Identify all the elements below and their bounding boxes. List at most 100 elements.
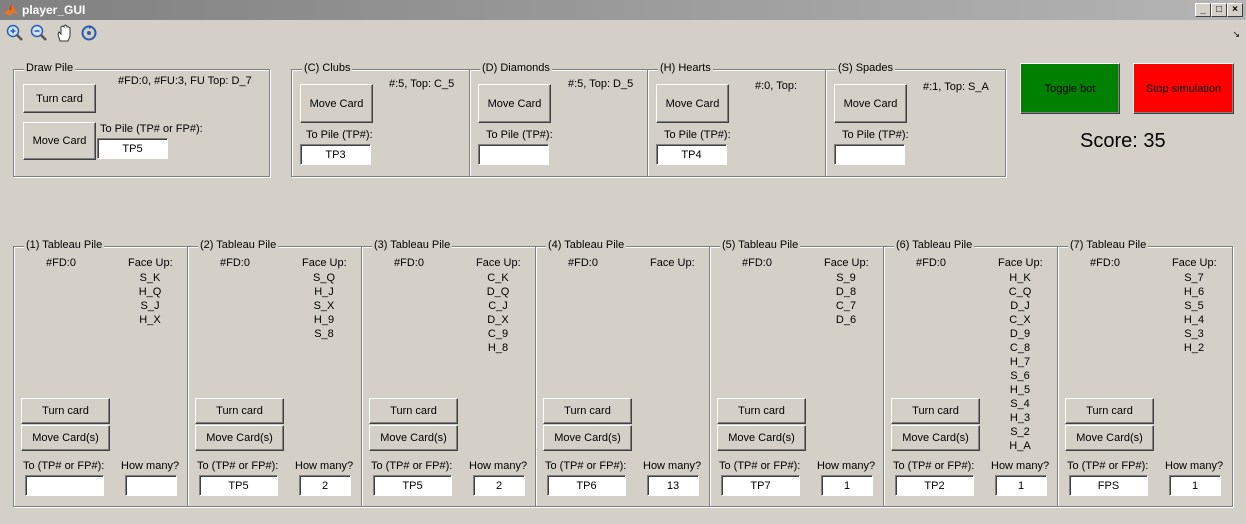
tableau-to-label: To (TP# or FP#):	[371, 460, 453, 472]
foundation-panel-spades: (S) Spades #:1, Top: S_A Move Card To Pi…	[825, 62, 1006, 177]
foundation-to-pile-label: To Pile (TP#):	[306, 129, 373, 141]
close-button[interactable]: ×	[1227, 3, 1243, 17]
foundation-move-card-button[interactable]: Move Card	[300, 84, 373, 123]
faceup-card: S_9	[836, 272, 856, 284]
foundation-to-pile-input[interactable]	[478, 144, 549, 165]
foundation-legend: (C) Clubs	[302, 62, 353, 74]
tableau-howmany-input[interactable]: 13	[647, 475, 699, 496]
faceup-card: C_Q	[1008, 286, 1032, 298]
tableau-move-cards-button[interactable]: Move Card(s)	[891, 425, 980, 451]
tableau-faceup-cards: S_K H_Q S_J H_X	[132, 271, 168, 327]
tableau-facedown-count: #FD:0	[742, 257, 772, 269]
faceup-card: S_8	[314, 328, 334, 340]
zoom-in-icon[interactable]	[5, 23, 25, 43]
faceup-card: S_5	[1184, 300, 1204, 312]
tableau-howmany-input[interactable]: 2	[473, 475, 525, 496]
tableau-to-input[interactable]: FPS	[1069, 475, 1148, 496]
tableau-howmany-input[interactable]	[125, 475, 177, 496]
tableau-faceup-cards: S_9 D_8 C_7 D_6	[828, 271, 864, 327]
tableau-facedown-count: #FD:0	[568, 257, 598, 269]
tableau-to-input[interactable]: TP6	[547, 475, 626, 496]
tableau-move-cards-button[interactable]: Move Card(s)	[543, 425, 632, 451]
foundation-to-pile-label: To Pile (TP#):	[842, 129, 909, 141]
tableau-move-cards-button[interactable]: Move Card(s)	[1065, 425, 1154, 451]
dock-arrow-icon[interactable]: ↘	[1232, 29, 1240, 40]
draw-turn-card-button[interactable]: Turn card	[23, 84, 96, 113]
tableau-faceup-label: Face Up:	[1172, 257, 1217, 269]
faceup-card: C_X	[1009, 314, 1031, 326]
tableau-turn-card-button[interactable]: Turn card	[369, 398, 458, 424]
tableau-turn-card-button[interactable]: Turn card	[891, 398, 980, 424]
score-display: Score: 35	[1080, 130, 1166, 152]
draw-move-card-button[interactable]: Move Card	[23, 122, 96, 160]
toggle-bot-button[interactable]: Toggle bot	[1020, 63, 1120, 114]
tableau-faceup-cards: H_K C_Q D_J C_X D_9 C_8 H_7 S_6 H_5 S_4 H_3 S_2 H_A	[1002, 271, 1038, 453]
tableau-to-label: To (TP# or FP#):	[719, 460, 801, 472]
tableau-howmany-label: How many?	[1165, 460, 1224, 472]
minimize-button[interactable]: _	[1195, 3, 1211, 17]
tableau-faceup-label: Face Up:	[824, 257, 869, 269]
tableau-turn-card-button[interactable]: Turn card	[1065, 398, 1154, 424]
stop-simulation-button[interactable]: Stop simulation	[1133, 63, 1234, 114]
faceup-card: S_7	[1184, 272, 1204, 284]
tableau-to-input[interactable]: TP2	[895, 475, 974, 496]
faceup-card: C_9	[487, 328, 509, 340]
tableau-to-input[interactable]: TP7	[721, 475, 800, 496]
foundation-panel-clubs: (C) Clubs #:5, Top: C_5 Move Card To Pil…	[291, 62, 470, 177]
tableau-howmany-label: How many?	[817, 460, 876, 472]
foundation-move-card-button[interactable]: Move Card	[478, 84, 551, 123]
tableau-pile-6: (6) Tableau Pile #FD:0 Face Up: H_K C_Q D_…	[883, 239, 1058, 507]
foundation-move-card-button[interactable]: Move Card	[656, 84, 729, 123]
faceup-card: D_X	[487, 314, 509, 326]
faceup-card: H_2	[1183, 342, 1205, 354]
zoom-out-icon[interactable]	[29, 23, 49, 43]
tableau-howmany-input[interactable]: 1	[821, 475, 873, 496]
tableau-turn-card-button[interactable]: Turn card	[717, 398, 806, 424]
tableau-to-input[interactable]	[25, 475, 104, 496]
foundation-legend: (H) Hearts	[658, 62, 713, 74]
tableau-legend: (5) Tableau Pile	[720, 239, 801, 251]
foundation-to-pile-input[interactable]: TP4	[656, 144, 727, 165]
faceup-card: H_7	[1009, 356, 1031, 368]
tableau-facedown-count: #FD:0	[220, 257, 250, 269]
faceup-card: S_2	[1010, 426, 1030, 438]
tableau-to-input[interactable]: TP5	[199, 475, 278, 496]
tableau-howmany-input[interactable]: 1	[1169, 475, 1221, 496]
tableau-move-cards-button[interactable]: Move Card(s)	[717, 425, 806, 451]
tableau-pile-3: (3) Tableau Pile #FD:0 Face Up: C_K D_Q C_…	[361, 239, 536, 507]
tableau-howmany-label: How many?	[643, 460, 702, 472]
foundation-move-card-button[interactable]: Move Card	[834, 84, 907, 123]
rotate-icon[interactable]	[79, 23, 99, 43]
tableau-howmany-label: How many?	[469, 460, 528, 472]
tableau-facedown-count: #FD:0	[916, 257, 946, 269]
foundation-status: #:0, Top:	[755, 80, 797, 92]
tableau-turn-card-button[interactable]: Turn card	[543, 398, 632, 424]
tableau-turn-card-button[interactable]: Turn card	[195, 398, 284, 424]
tableau-move-cards-button[interactable]: Move Card(s)	[21, 425, 110, 451]
tableau-turn-card-button[interactable]: Turn card	[21, 398, 110, 424]
tableau-to-input[interactable]: TP5	[373, 475, 452, 496]
foundation-to-pile-input[interactable]: TP3	[300, 144, 371, 165]
tableau-legend: (1) Tableau Pile	[24, 239, 105, 251]
tableau-legend: (6) Tableau Pile	[894, 239, 975, 251]
tableau-howmany-input[interactable]: 1	[995, 475, 1047, 496]
matlab-logo-icon	[4, 4, 18, 16]
draw-to-pile-label: To Pile (TP# or FP#):	[100, 123, 203, 135]
faceup-card: D_Q	[486, 286, 510, 298]
tableau-facedown-count: #FD:0	[394, 257, 424, 269]
faceup-card: S_4	[1010, 398, 1030, 410]
pan-icon[interactable]	[54, 23, 74, 43]
faceup-card: H_4	[1183, 314, 1205, 326]
foundation-status: #:5, Top: D_5	[568, 78, 634, 90]
tableau-howmany-input[interactable]: 2	[299, 475, 351, 496]
tableau-howmany-label: How many?	[991, 460, 1050, 472]
tableau-faceup-cards: C_K D_Q C_J D_X C_9 H_8	[480, 271, 516, 355]
tableau-pile-5: (5) Tableau Pile #FD:0 Face Up: S_9 D_8 C_…	[709, 239, 884, 507]
foundation-to-pile-input[interactable]	[834, 144, 905, 165]
tableau-faceup-label: Face Up:	[128, 257, 173, 269]
tableau-move-cards-button[interactable]: Move Card(s)	[369, 425, 458, 451]
tableau-move-cards-button[interactable]: Move Card(s)	[195, 425, 284, 451]
foundation-legend: (D) Diamonds	[480, 62, 552, 74]
maximize-button[interactable]: □	[1211, 3, 1227, 17]
draw-to-pile-input[interactable]: TP5	[97, 138, 168, 159]
